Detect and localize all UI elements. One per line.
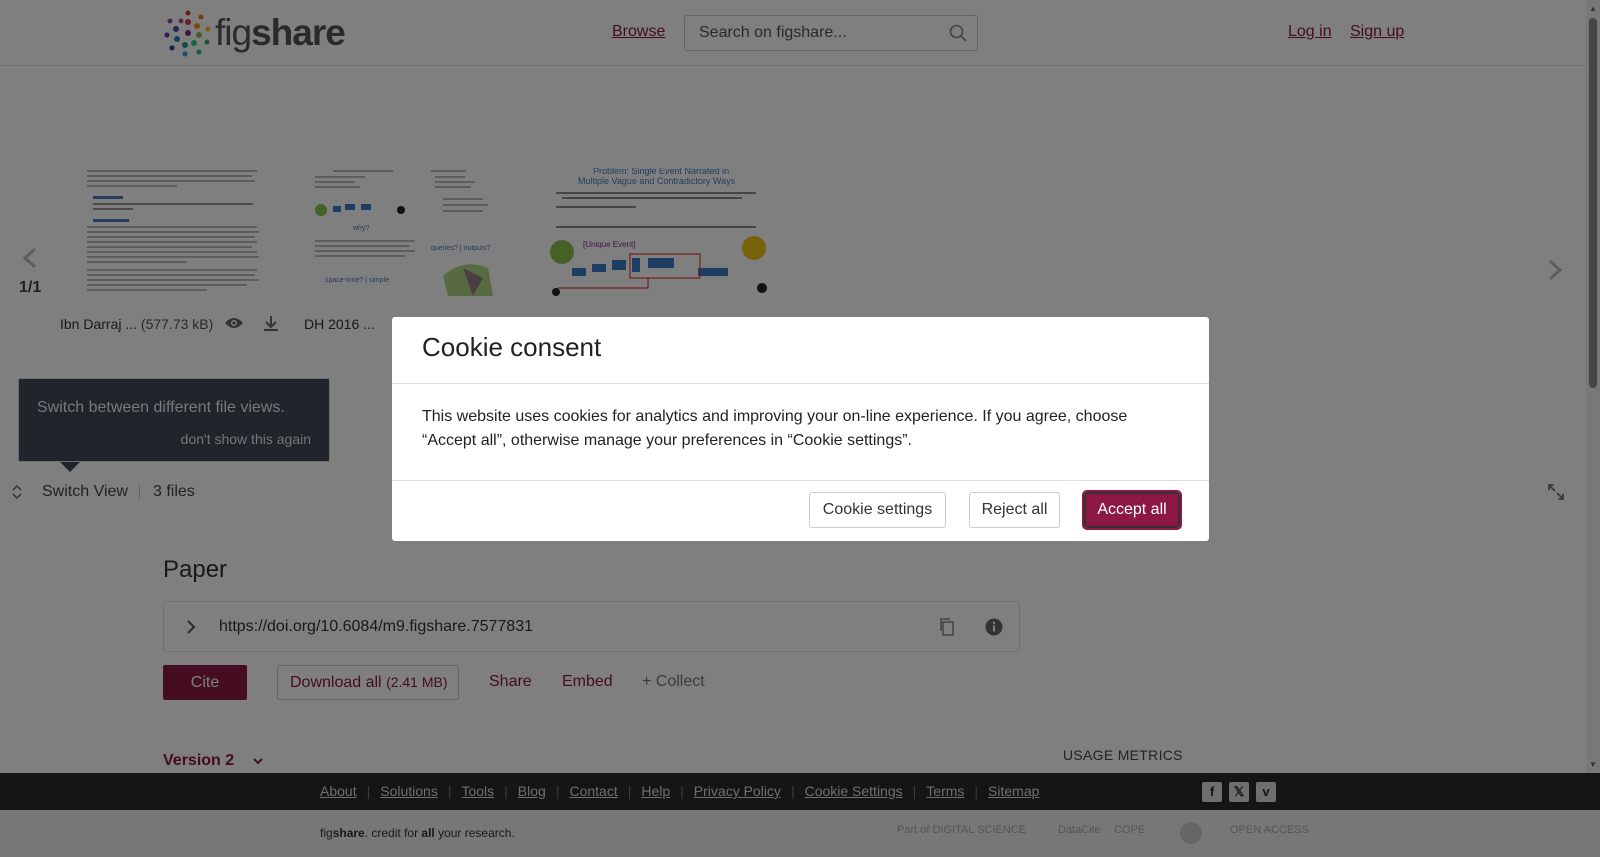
cookie-dialog-text: This website uses cookies for analytics … [422,408,1128,449]
cookie-dialog-footer: Cookie settings Reject all Accept all [392,481,1209,541]
cookie-consent-dialog: Cookie consent This website uses cookies… [392,317,1209,541]
cookie-dialog-header: Cookie consent [392,317,1209,384]
cookie-settings-button[interactable]: Cookie settings [809,492,946,528]
cookie-dialog-title: Cookie consent [422,332,602,362]
accept-all-button[interactable]: Accept all [1082,490,1182,530]
cookie-dialog-body: This website uses cookies for analytics … [392,384,1209,481]
reject-all-button[interactable]: Reject all [969,492,1060,528]
